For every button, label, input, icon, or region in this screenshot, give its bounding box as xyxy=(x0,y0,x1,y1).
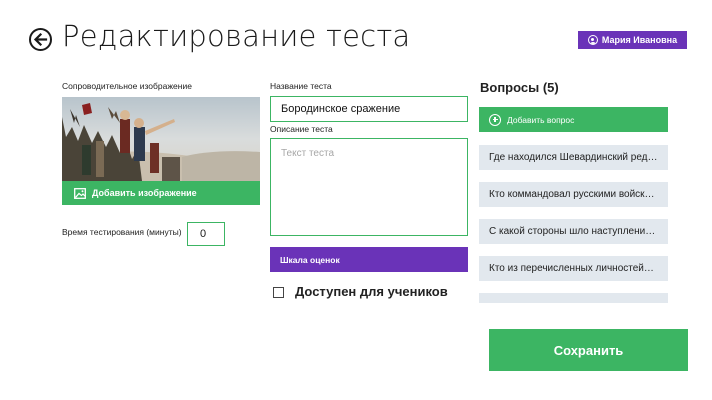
save-button[interactable]: Сохранить xyxy=(489,329,688,371)
image-icon xyxy=(74,187,86,199)
test-name-input[interactable]: Бородинское сражение xyxy=(270,96,468,122)
available-label: Доступен для учеников xyxy=(295,284,448,299)
questions-header: Вопросы (5) xyxy=(480,80,559,95)
question-item-partial[interactable] xyxy=(479,293,668,303)
time-input[interactable]: 0 xyxy=(187,222,225,246)
description-label: Описание теста xyxy=(270,124,333,134)
user-badge[interactable]: Мария Ивановна xyxy=(578,31,687,49)
user-avatar-icon xyxy=(587,35,598,45)
add-image-button[interactable]: Добавить изображение xyxy=(62,181,260,205)
time-label: Время тестирования (минуты) xyxy=(62,227,182,237)
back-arrow-icon xyxy=(33,32,48,47)
add-question-button[interactable]: Добавить вопрос xyxy=(479,107,668,132)
image-label: Сопроводительное изображение xyxy=(62,81,192,91)
test-name-label: Название теста xyxy=(270,81,332,91)
grading-scale-button[interactable]: Шкала оценок xyxy=(270,247,468,272)
description-input[interactable]: Текст теста xyxy=(270,138,468,236)
question-item[interactable]: Где находился Шевардинский ред… xyxy=(479,145,668,170)
back-button[interactable] xyxy=(29,28,52,51)
question-list: Где находился Шевардинский ред… Кто комм… xyxy=(479,145,668,303)
accompanying-image xyxy=(62,97,260,181)
question-item[interactable]: Кто коммандовал русскими войск… xyxy=(479,182,668,207)
available-checkbox[interactable] xyxy=(273,287,284,298)
page-title: Редактирование теста xyxy=(62,19,411,53)
add-question-label: Добавить вопрос xyxy=(507,114,575,125)
add-image-label: Добавить изображение xyxy=(92,188,197,198)
plus-circle-icon xyxy=(489,113,501,126)
question-item[interactable]: С какой стороны шло наступлени… xyxy=(479,219,668,244)
user-name: Мария Ивановна xyxy=(601,35,678,45)
question-item[interactable]: Кто из перечисленных личностей… xyxy=(479,256,668,281)
